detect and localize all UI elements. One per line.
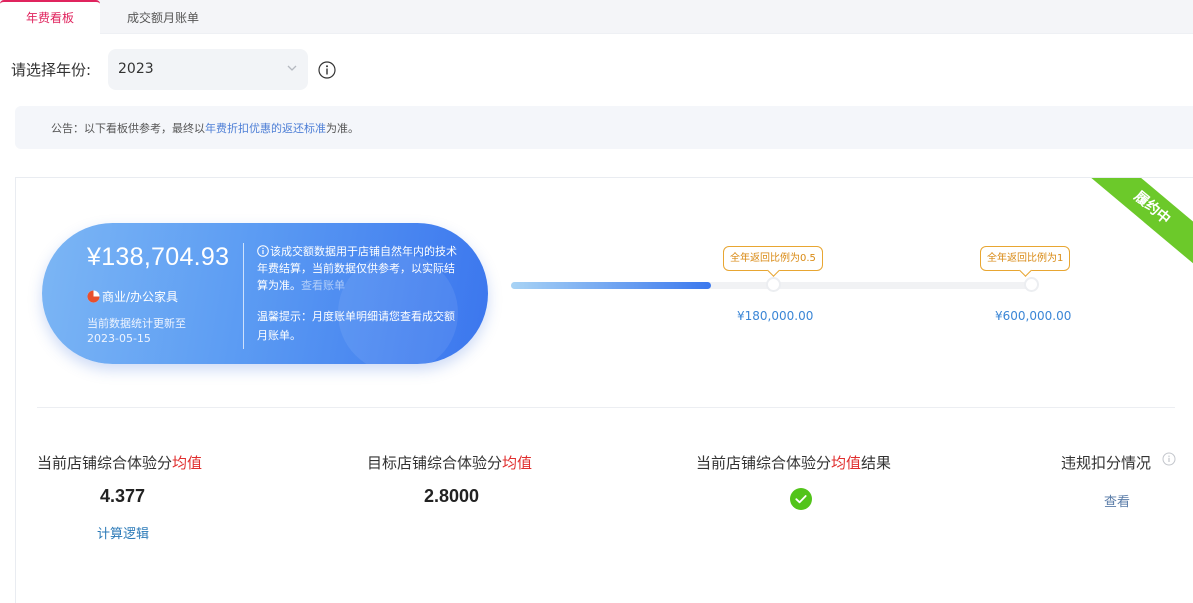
current-score-label: 当前店铺综合体验分均值 (37, 452, 202, 473)
label-highlight: 均值 (172, 454, 203, 472)
milestone-marker (766, 277, 781, 292)
notice-suffix: 为准。 (326, 122, 359, 135)
description-text: 该成交额数据用于店铺自然年内的技术年费结算，当前数据仅供参考，以实际结算为准。 (257, 245, 457, 292)
view-violation-link[interactable]: 查看 (1104, 491, 1130, 510)
tab-bar: 年费看板 成交额月账单 (0, 0, 1193, 34)
pill-divider (243, 243, 244, 349)
label-suffix: 结果 (861, 454, 892, 472)
milestone-value: ¥600,000.00 (995, 309, 1072, 323)
info-icon[interactable] (318, 61, 336, 79)
milestone-bubble: 全年返回比例为0.5 (723, 246, 823, 271)
year-select[interactable]: 2023 (108, 49, 308, 90)
tab-annual-fee-board[interactable]: 年费看板 (0, 0, 100, 34)
chevron-down-icon (287, 65, 297, 71)
view-bill-link[interactable]: 查看账单 (301, 279, 345, 292)
milestone-value: ¥180,000.00 (737, 309, 814, 323)
tab-monthly-bill[interactable]: 成交额月账单 (100, 0, 226, 34)
info-icon[interactable] (1162, 452, 1176, 466)
milestone-bubble: 全年返回比例为1 (980, 246, 1071, 271)
category-row: 商业/办公家具 (87, 288, 178, 305)
year-label: 请选择年份: (11, 61, 92, 79)
info-icon (257, 245, 269, 257)
category-label: 商业/办公家具 (102, 290, 179, 304)
score-result-label: 当前店铺综合体验分均值结果 (696, 452, 891, 473)
year-select-value: 2023 (118, 61, 154, 77)
monthly-tip: 温馨提示：月度账单明细请您查看成交额月账单。 (257, 310, 455, 342)
calc-logic-link[interactable]: 计算逻辑 (97, 523, 149, 542)
notice-banner: 公告：以下看板供参考，最终以年费折扣优惠的返还标准为准。 (15, 106, 1193, 149)
target-score-value: 2.8000 (424, 486, 480, 506)
current-score-value: 4.377 (100, 486, 146, 506)
status-ribbon: 履约中 (1084, 178, 1193, 269)
label-highlight: 均值 (502, 454, 533, 472)
update-note: 当前数据统计更新至 (87, 317, 186, 330)
summary-pill: ¥138,704.93 商业/办公家具 当前数据统计更新至 2023-05-15… (42, 223, 488, 364)
pie-chart-icon (87, 290, 100, 303)
annual-fee-card: 履约中 ¥138,704.93 商业/办公家具 当前数据统计更新至 2023-0… (15, 177, 1193, 603)
label-text: 目标店铺综合体验分 (367, 454, 503, 472)
divider (37, 407, 1175, 408)
amount-description: 该成交额数据用于店铺自然年内的技术年费结算，当前数据仅供参考，以实际结算为准。查… (257, 243, 462, 294)
milestone-marker (1024, 277, 1039, 292)
notice-link[interactable]: 年费折扣优惠的返还标准 (205, 122, 326, 135)
check-icon (790, 488, 812, 510)
annual-amount: ¥138,704.93 (87, 243, 230, 271)
label-highlight: 均值 (831, 454, 862, 472)
label-text: 当前店铺综合体验分 (37, 454, 173, 472)
update-date: 2023-05-15 (87, 332, 151, 345)
notice-text: 公告：以下看板供参考，最终以年费折扣优惠的返还标准为准。 (51, 120, 359, 136)
violation-label: 违规扣分情况 (1061, 454, 1152, 472)
progress-fill (511, 282, 711, 289)
notice-prefix: 公告：以下看板供参考，最终以 (51, 122, 205, 135)
label-text: 当前店铺综合体验分 (696, 454, 832, 472)
target-score-label: 目标店铺综合体验分均值 (367, 452, 532, 473)
